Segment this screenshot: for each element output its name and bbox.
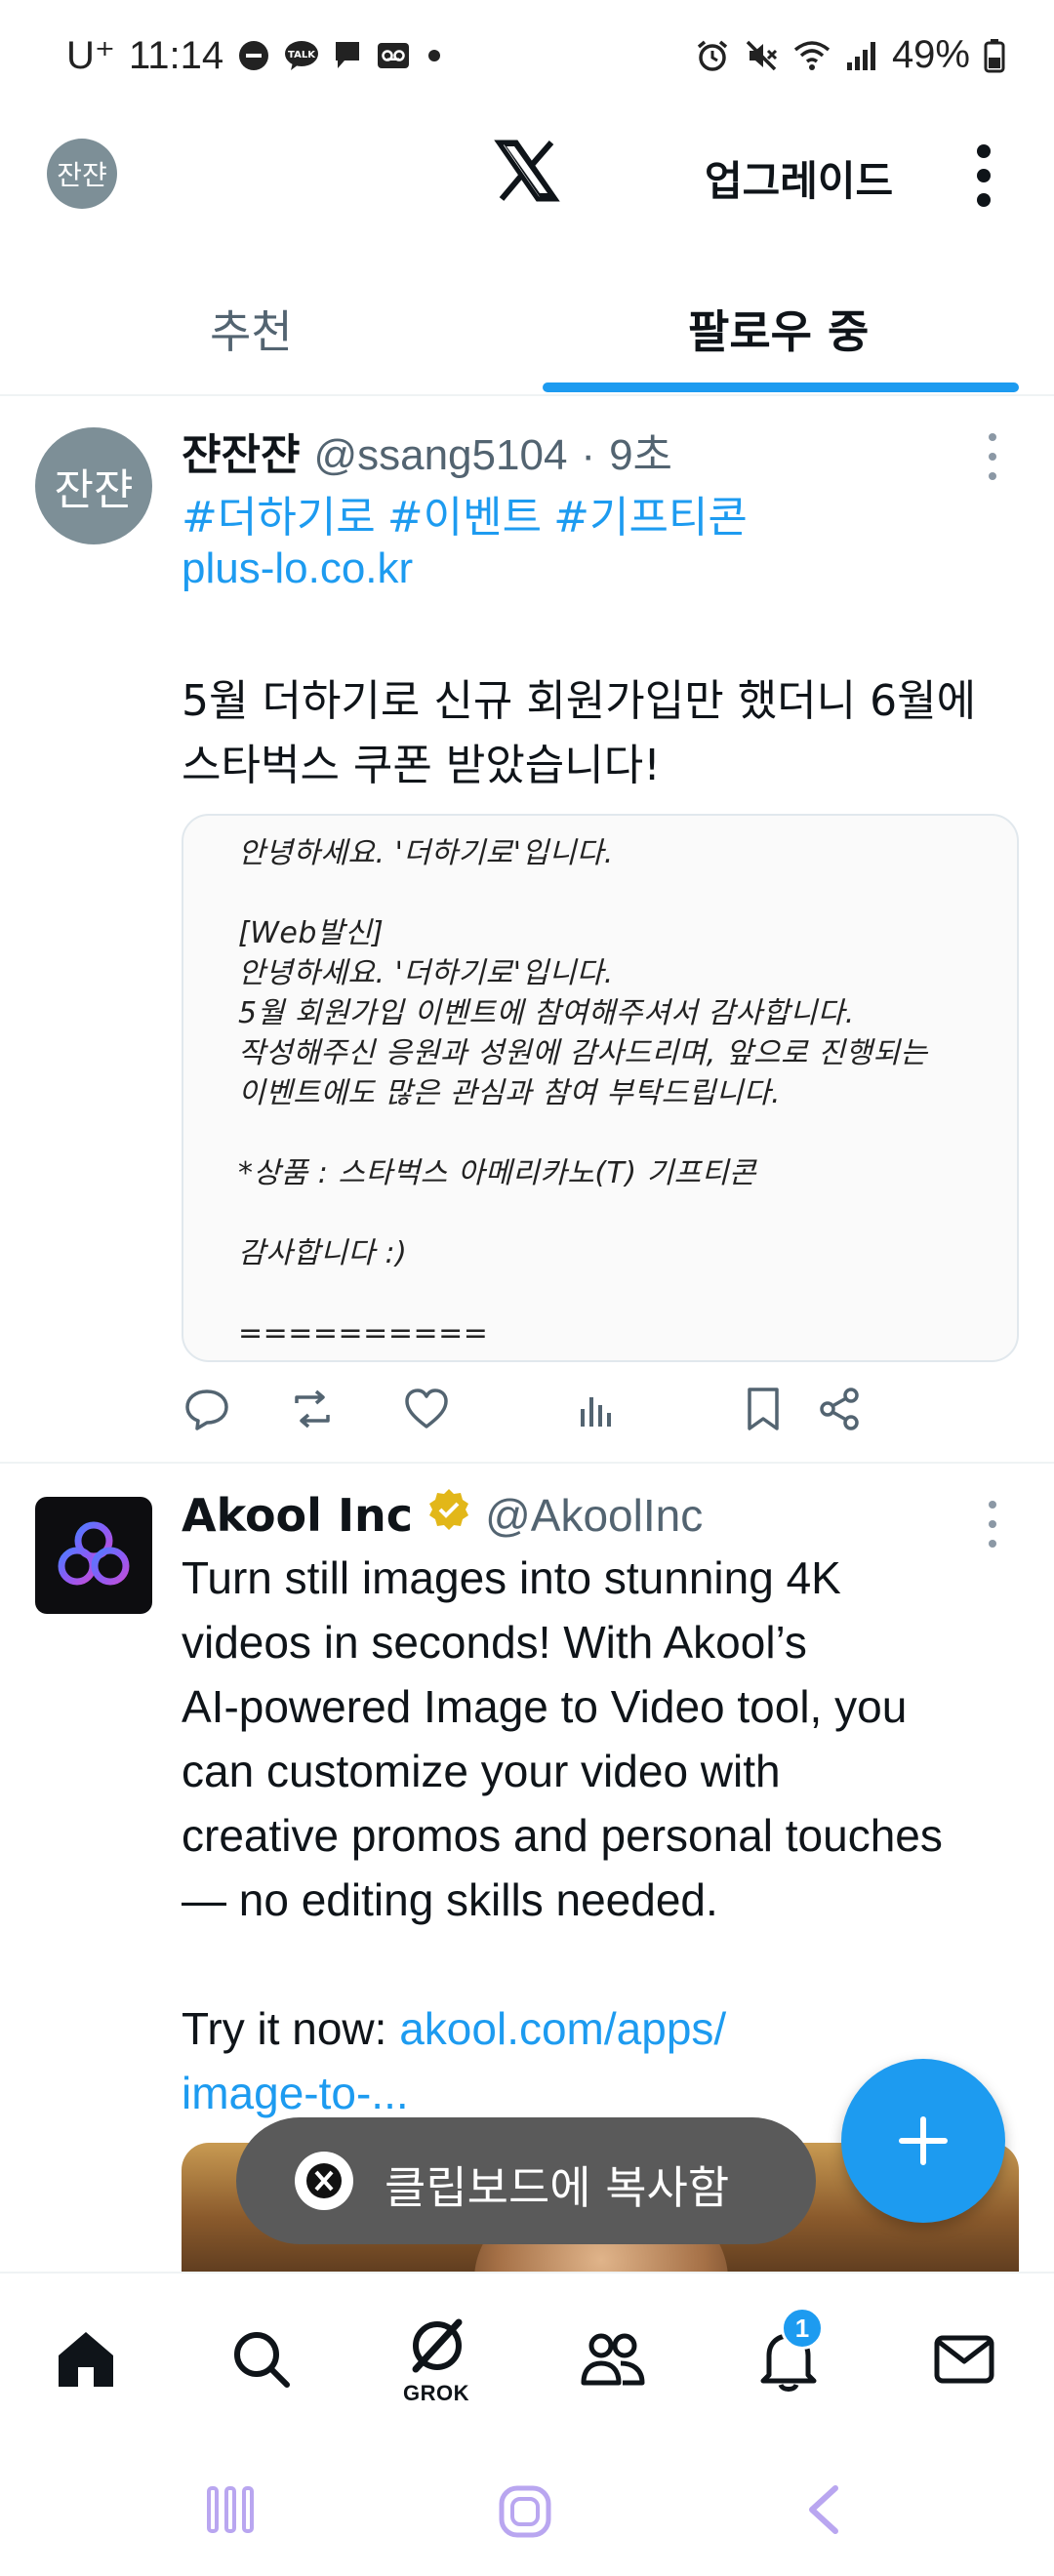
tweet-avatar-text: 잔쟌 — [54, 465, 134, 515]
hashtag-link[interactable]: #더하기로 — [182, 482, 376, 544]
messages-icon[interactable] — [929, 2324, 999, 2395]
tweet-text-line: creative promos and personal touches — [182, 1810, 943, 1861]
tweet-text: Turn still images into stunning 4K video… — [182, 1546, 1031, 2125]
plus-icon — [899, 2116, 948, 2165]
clipboard-toast: 클립보드에 복사함 — [236, 2117, 816, 2244]
tweet-text-line: videos in seconds! With Akool’s — [182, 1617, 807, 1668]
x-app-icon — [293, 2150, 355, 2212]
repost-icon[interactable] — [287, 1384, 338, 1434]
time-label: 11:14 — [129, 33, 224, 77]
tweet-avatar[interactable]: 잔쟌 — [35, 427, 152, 544]
back-icon[interactable] — [798, 2482, 853, 2542]
like-icon[interactable] — [401, 1384, 452, 1434]
tab-following[interactable]: 팔로우 중 — [688, 297, 869, 361]
share-icon[interactable] — [814, 1384, 865, 1434]
tweet-header: Akool Inc @AkoolInc — [182, 1487, 703, 1543]
system-navigation-bar — [0, 2443, 1054, 2576]
upgrade-button[interactable]: 업그레이드 — [705, 148, 893, 208]
views-icon[interactable] — [572, 1384, 623, 1434]
separator: · — [581, 431, 596, 479]
author-name[interactable]: Akool Inc — [182, 1489, 413, 1542]
grok-label: GROK — [403, 2381, 469, 2405]
tweet-text-line: — no editing skills needed. — [182, 1874, 718, 1925]
mute-icon — [744, 38, 779, 73]
tweet[interactable]: 잔쟌 쟌잔쟌 @ssang5104 · 9초 #더하기로 #이벤트 #기프티콘 … — [0, 398, 1054, 1464]
bookmark-icon[interactable] — [738, 1384, 789, 1434]
reply-icon[interactable] — [182, 1384, 232, 1434]
tweet-link[interactable]: akool.com/apps/ — [399, 2003, 726, 2054]
status-bar: U⁺ 11:14 TALK 49% — [0, 0, 1054, 112]
profile-avatar[interactable]: 잔쟌 — [47, 139, 117, 209]
tab-recommended[interactable]: 추천 — [210, 297, 293, 361]
hashtag-link[interactable]: #기프티콘 — [553, 482, 748, 544]
tweet-actions — [182, 1384, 1021, 1442]
tweet-text-line: 스타벅스 쿠폰 받았습니다! — [182, 741, 661, 790]
tweet-header: 쟌잔쟌 @ssang5104 · 9초 — [182, 420, 672, 482]
cta-prefix: Try it now: — [182, 2003, 400, 2054]
dot-icon — [425, 46, 444, 65]
tweet-text-line: 5월 더하기로 신규 회원가입만 했더니 6월에 — [182, 676, 977, 726]
akool-logo-icon[interactable] — [35, 1497, 152, 1614]
tweet-text: 5월 더하기로 신규 회원가입만 했더니 6월에 스타벅스 쿠폰 받았습니다! — [182, 669, 1011, 798]
chat-bubble-icon — [333, 39, 362, 72]
tweet-text-line: AI-powered Image to Video tool, you — [182, 1681, 908, 1732]
communities-icon[interactable] — [578, 2324, 648, 2395]
tweet-text-line: can customize your video with — [182, 1746, 781, 1796]
bottom-navigation: GROK 1 — [0, 2272, 1054, 2443]
x-logo-icon[interactable] — [493, 137, 561, 205]
tweet-image[interactable]: 안녕하세요. '더하기로'입니다. [Web발신] 안녕하세요. '더하기로'입… — [182, 814, 1019, 1362]
author-name[interactable]: 쟌잔쟌 — [182, 420, 300, 482]
tweet-cta-line: Try it now: akool.com/apps/ — [182, 1996, 1031, 2061]
home-button-icon[interactable] — [496, 2482, 554, 2546]
author-handle[interactable]: @ssang5104 — [313, 431, 567, 480]
top-app-bar: 잔쟌 업그레이드 — [0, 127, 1054, 224]
grok-icon[interactable] — [402, 2313, 472, 2383]
home-icon[interactable] — [51, 2324, 121, 2395]
search-icon[interactable] — [226, 2324, 297, 2395]
timeline-tabs: 추천 팔로우 중 — [0, 273, 1054, 396]
active-tab-indicator — [543, 382, 1019, 392]
minus-circle-icon — [237, 39, 270, 72]
tweet-more-icon[interactable] — [986, 433, 999, 480]
notification-badge: 1 — [781, 2307, 824, 2350]
hashtag-link[interactable]: #이벤트 — [387, 482, 542, 544]
more-vertical-icon[interactable] — [972, 144, 995, 207]
battery-percent: 49% — [891, 33, 970, 76]
carrier-label: U⁺ — [66, 34, 115, 77]
hashtag-list: #더하기로 #이벤트 #기프티콘 — [182, 482, 748, 544]
tweet-more-icon[interactable] — [986, 1501, 999, 1548]
wifi-icon — [792, 38, 831, 73]
verified-badge-icon — [426, 1487, 471, 1543]
tweet-time[interactable]: 9초 — [609, 420, 672, 482]
svg-text:TALK: TALK — [288, 50, 316, 60]
profile-avatar-text: 잔쟌 — [57, 159, 107, 191]
toast-message: 클립보드에 복사함 — [385, 2161, 730, 2214]
tweet-link[interactable]: plus-lo.co.kr — [182, 544, 413, 593]
signal-icon — [845, 39, 878, 72]
recents-icon[interactable] — [203, 2482, 258, 2542]
compose-button[interactable] — [841, 2059, 1005, 2223]
voicemail-icon — [376, 39, 411, 72]
battery-icon — [984, 38, 1005, 73]
handwritten-note-text: 안녕하세요. '더하기로'입니다. [Web발신] 안녕하세요. '더하기로'입… — [238, 836, 928, 1350]
alarm-icon — [695, 38, 730, 73]
author-handle[interactable]: @AkoolInc — [485, 1489, 703, 1542]
talk-icon: TALK — [284, 39, 319, 72]
tweet-text-line: Turn still images into stunning 4K — [182, 1552, 841, 1603]
